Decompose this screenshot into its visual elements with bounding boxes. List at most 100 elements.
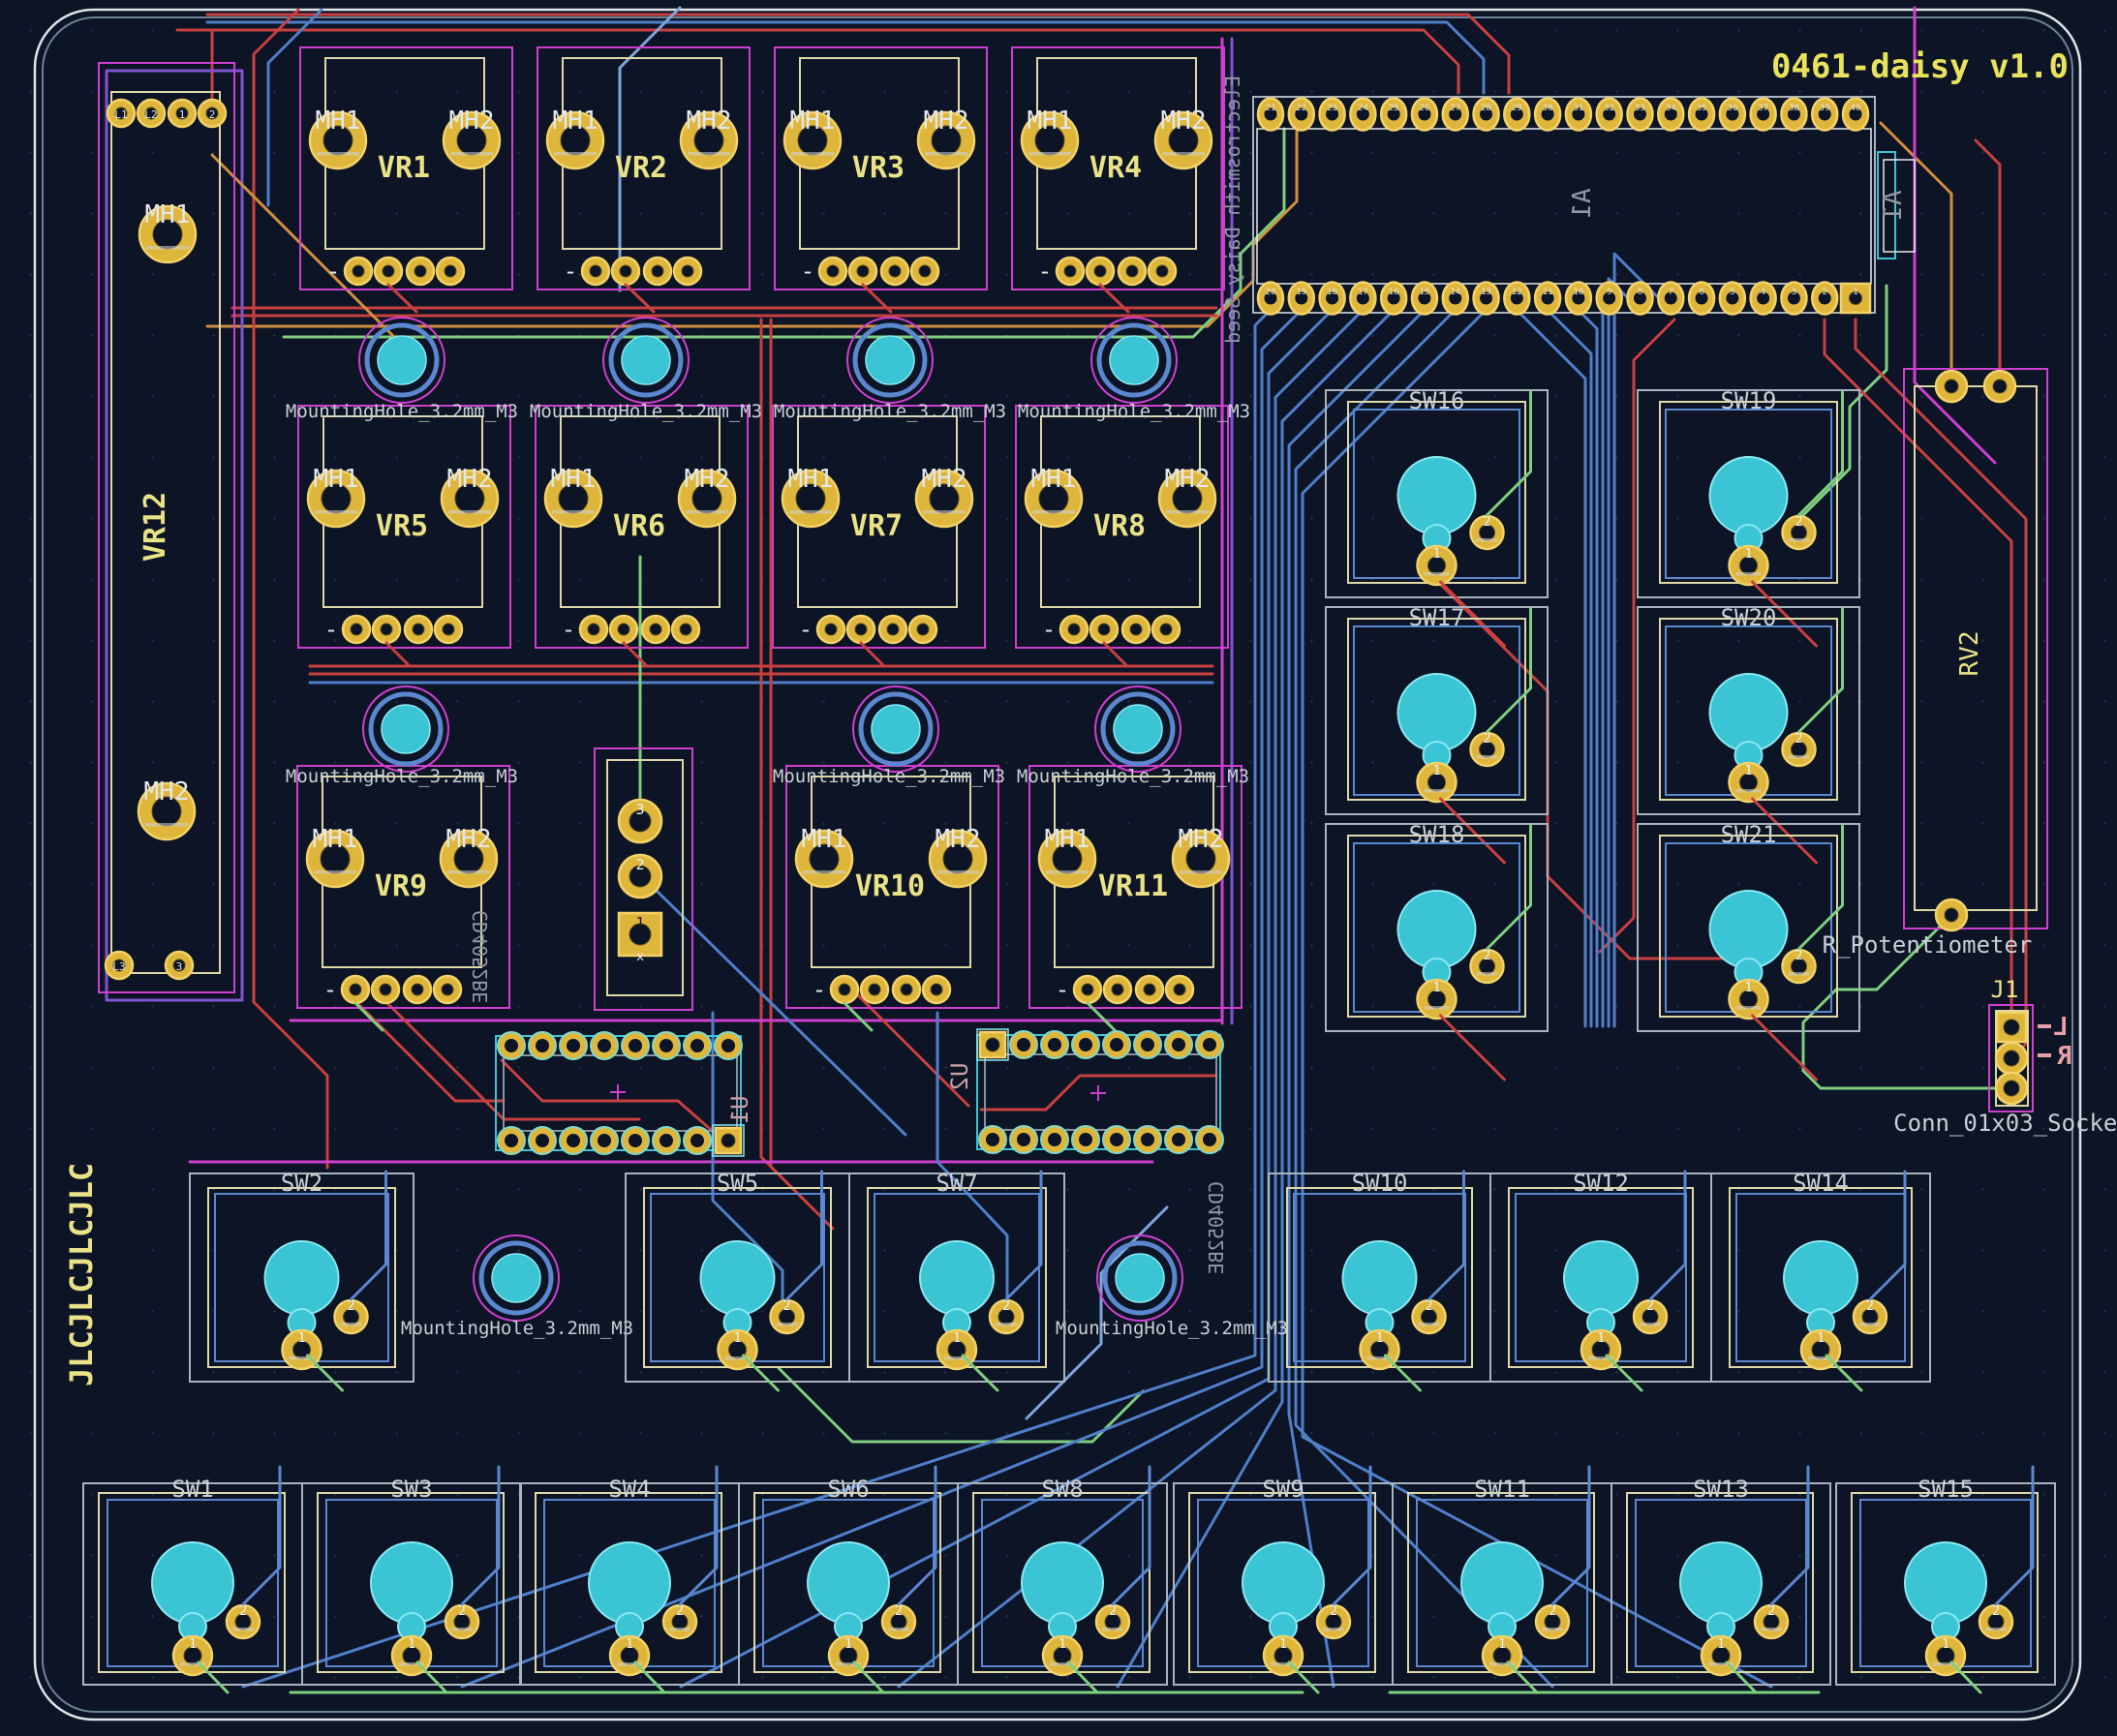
pad[interactable]: 6 — [1689, 283, 1714, 315]
pad[interactable]: 13 — [1474, 283, 1499, 315]
trace[interactable] — [462, 1467, 499, 1604]
pad-square[interactable] — [980, 1032, 1005, 1057]
pad[interactable] — [372, 976, 399, 1003]
mounting-hole[interactable]: MountingHole_3.2mm_M3 — [286, 686, 518, 787]
switch-stem-hole[interactable] — [920, 1241, 994, 1315]
trace-red[interactable] — [177, 30, 1458, 93]
footprint-vr10[interactable]: MH1MH2VR10- — [786, 766, 998, 1030]
pad[interactable] — [342, 976, 369, 1003]
trace-bundle-blue[interactable] — [1614, 254, 1671, 1026]
footprint-vr2[interactable]: MH1MH2VR2- — [537, 47, 750, 312]
pad[interactable] — [911, 258, 938, 285]
hole-drill[interactable] — [1110, 336, 1158, 384]
pad[interactable] — [560, 1032, 587, 1059]
pad[interactable] — [1072, 1126, 1099, 1153]
pad[interactable]: 12 — [1504, 283, 1529, 315]
mounting-hole[interactable]: MountingHole_3.2mm_M3 — [286, 318, 518, 422]
pad[interactable] — [1010, 1126, 1037, 1153]
mounting-hole[interactable]: MountingHole_3.2mm_M3 — [1056, 1235, 1288, 1339]
trace[interactable] — [1799, 826, 1843, 949]
pad-square[interactable] — [716, 1128, 741, 1153]
switch-stem-hole[interactable] — [701, 1241, 775, 1315]
switch-stem-hole[interactable] — [1564, 1241, 1638, 1315]
pad[interactable]: 15 — [1412, 283, 1437, 315]
hole-drill[interactable] — [378, 336, 426, 384]
pcb-drawing[interactable]: MH1MH2VR1-MH1MH2VR2-MH1MH2VR3-MH1MH2VR4-… — [0, 0, 2117, 1736]
pad[interactable] — [498, 1127, 525, 1154]
pad[interactable]: 17 — [1350, 283, 1375, 315]
pad[interactable] — [1103, 1031, 1130, 1058]
pad[interactable] — [817, 616, 844, 643]
pad[interactable] — [610, 616, 637, 643]
pad[interactable]: 10 — [1566, 283, 1591, 315]
pad[interactable] — [1149, 258, 1176, 285]
pad[interactable] — [861, 976, 888, 1003]
pad[interactable] — [1010, 1031, 1037, 1058]
pad[interactable] — [653, 1127, 680, 1154]
switch-stem-hole[interactable] — [1710, 891, 1788, 968]
switch-stem-hole[interactable] — [1022, 1542, 1103, 1624]
mounting-hole[interactable]: MountingHole_3.2mm_M3 — [774, 318, 1006, 422]
pad[interactable] — [612, 258, 639, 285]
pad[interactable]: 22 — [1289, 99, 1314, 131]
pad[interactable]: 25 — [1381, 99, 1406, 131]
footprint-sw1[interactable]: SW112 — [83, 1467, 302, 1692]
pad[interactable] — [1936, 371, 1967, 402]
switch-stem-hole[interactable] — [808, 1542, 889, 1624]
footprint-sw14[interactable]: SW1412 — [1711, 1170, 1930, 1390]
trace[interactable] — [624, 643, 647, 666]
footprint-a1-daisy-socket[interactable]: 2120221923182417251626152714281329123011… — [1221, 76, 1915, 344]
pad[interactable] — [580, 616, 607, 643]
pad[interactable]: 37 — [1751, 99, 1776, 131]
pad[interactable]: 23 — [1320, 99, 1345, 131]
pad[interactable]: 4 — [1751, 283, 1776, 315]
pad[interactable]: 27 — [1443, 99, 1468, 131]
footprint-sw4[interactable]: SW412 — [520, 1467, 739, 1692]
pad[interactable] — [1060, 616, 1088, 643]
pad[interactable] — [1074, 976, 1101, 1003]
footprint-vr12[interactable]: L1L212MH1MH2VR12L33 — [99, 63, 234, 992]
pad[interactable] — [684, 1127, 711, 1154]
pad[interactable]: 35 — [1689, 99, 1714, 131]
pad[interactable]: 8 — [1627, 283, 1652, 315]
pad[interactable] — [622, 1032, 649, 1059]
pad[interactable] — [437, 258, 464, 285]
trace-red[interactable] — [207, 15, 1509, 93]
pad[interactable]: 39 — [1812, 99, 1837, 131]
pad[interactable] — [529, 1032, 556, 1059]
trace-red[interactable] — [254, 10, 327, 1168]
pad[interactable] — [893, 976, 920, 1003]
trace-bundle-blue[interactable] — [1579, 310, 1597, 1026]
pad[interactable]: 33 — [1627, 99, 1652, 131]
pad[interactable]: 30 — [1535, 99, 1560, 131]
footprint-u2[interactable]: U2 — [946, 1029, 1223, 1153]
footprint-sw6[interactable]: SW612 — [739, 1467, 958, 1692]
trace[interactable] — [1334, 1467, 1370, 1604]
trace-red[interactable] — [761, 320, 813, 1209]
pad[interactable]: 18 — [1320, 283, 1345, 315]
trace-red[interactable] — [502, 1060, 717, 1135]
pad[interactable] — [405, 616, 432, 643]
trace[interactable] — [1488, 609, 1531, 732]
pad[interactable]: 2 — [1812, 283, 1837, 315]
switch-stem-hole[interactable] — [371, 1542, 452, 1624]
hole-drill[interactable] — [866, 336, 914, 384]
pad[interactable] — [979, 1126, 1006, 1153]
pad[interactable] — [977, 1029, 1008, 1060]
footprint-vr5[interactable]: MH1MH2VR5- — [298, 406, 510, 666]
pad[interactable] — [407, 258, 434, 285]
pad[interactable] — [343, 616, 370, 643]
footprint-sw12[interactable]: SW1212 — [1490, 1170, 1711, 1390]
footprint-vr11[interactable]: MH1MH2VR11- — [1029, 766, 1242, 1030]
footprint-sw8[interactable]: SW812 — [958, 1467, 1167, 1692]
pad[interactable]: 29 — [1504, 99, 1529, 131]
pad[interactable] — [1152, 616, 1180, 643]
mounting-hole[interactable]: MountingHole_3.2mm_M3 — [1017, 686, 1249, 787]
pad[interactable]: 20 — [1258, 283, 1283, 315]
footprint-sw9[interactable]: SW912 — [1174, 1467, 1393, 1692]
switch-stem-hole[interactable] — [1243, 1542, 1324, 1624]
trace[interactable] — [352, 1172, 386, 1299]
pad[interactable] — [1104, 976, 1131, 1003]
footprint-trs-connector[interactable]: 321x — [595, 748, 692, 1010]
pad[interactable] — [622, 1127, 649, 1154]
